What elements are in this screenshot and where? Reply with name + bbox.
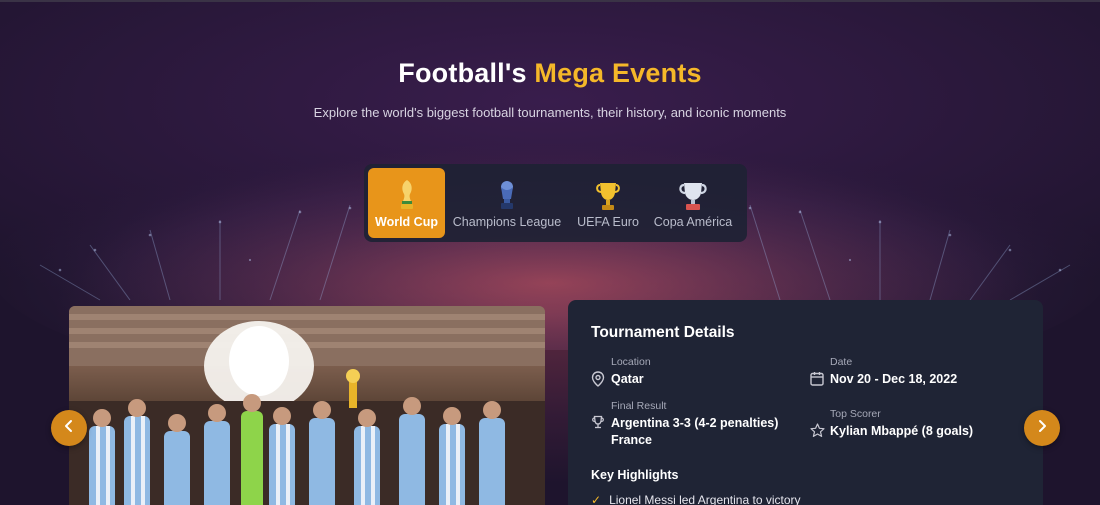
trophy-icon xyxy=(591,415,611,449)
location-value: Qatar xyxy=(611,372,644,386)
location-label: Location xyxy=(611,356,651,368)
tab-champions-league[interactable]: Champions League xyxy=(445,168,569,238)
previous-button[interactable] xyxy=(51,410,87,446)
tab-label: World Cup xyxy=(375,215,438,229)
top-scorer-field: Top Scorer Kylian Mbappé (8 goals) xyxy=(810,408,973,443)
final-result-line-1: Argentina 3-3 (4-2 penalties) xyxy=(611,416,779,430)
page-subtitle: Explore the world's biggest football tou… xyxy=(313,105,787,120)
details-title: Tournament Details xyxy=(591,324,735,341)
euro-trophy-icon xyxy=(595,177,621,211)
tab-label: Copa América xyxy=(653,215,733,229)
map-pin-icon xyxy=(591,371,611,392)
check-icon: ✓ xyxy=(591,493,602,505)
final-result-field: Final Result Argentina 3-3 (4-2 penaltie… xyxy=(591,400,778,449)
highlight-text: Lionel Messi led Argentina to victory xyxy=(609,493,801,505)
page-header: Football's Mega Events Explore the world… xyxy=(0,58,1100,120)
world-cup-trophy-icon xyxy=(398,177,416,211)
location-field: Location Qatar xyxy=(591,356,651,392)
highlights-title: Key Highlights xyxy=(591,468,679,482)
tab-uefa-euro[interactable]: UEFA Euro xyxy=(569,168,647,238)
chevron-left-icon xyxy=(63,419,75,438)
date-value: Nov 20 - Dec 18, 2022 xyxy=(830,372,958,386)
tab-label: Champions League xyxy=(452,215,562,229)
celebration-image xyxy=(69,306,545,505)
tournament-details-panel: Tournament Details Location Qatar Date N… xyxy=(568,300,1043,505)
final-result-label: Final Result xyxy=(611,400,667,412)
tab-copa-america[interactable]: Copa América xyxy=(647,168,739,238)
date-field: Date Nov 20 - Dec 18, 2022 xyxy=(810,356,957,391)
chevron-right-icon xyxy=(1036,419,1048,438)
date-label: Date xyxy=(830,356,853,368)
top-divider xyxy=(0,0,1100,2)
tab-world-cup[interactable]: World Cup xyxy=(368,168,445,238)
calendar-icon xyxy=(810,371,830,391)
highlight-item: ✓ Lionel Messi led Argentina to victory xyxy=(591,493,801,505)
top-scorer-label: Top Scorer xyxy=(830,408,881,420)
title-main: Football's xyxy=(398,58,527,88)
next-button[interactable] xyxy=(1024,410,1060,446)
copa-america-trophy-icon xyxy=(678,177,708,211)
champions-league-trophy-icon xyxy=(498,177,516,211)
tournament-tabs: World Cup Champions League UEFA Euro Cop… xyxy=(364,164,747,242)
title-accent: Mega Events xyxy=(534,58,702,88)
page-title: Football's Mega Events xyxy=(0,58,1100,89)
tab-label: UEFA Euro xyxy=(577,215,639,229)
tournament-photo xyxy=(69,306,545,505)
star-icon xyxy=(810,423,830,443)
final-result-line-2: France xyxy=(611,433,652,447)
top-scorer-value: Kylian Mbappé (8 goals) xyxy=(830,424,974,438)
